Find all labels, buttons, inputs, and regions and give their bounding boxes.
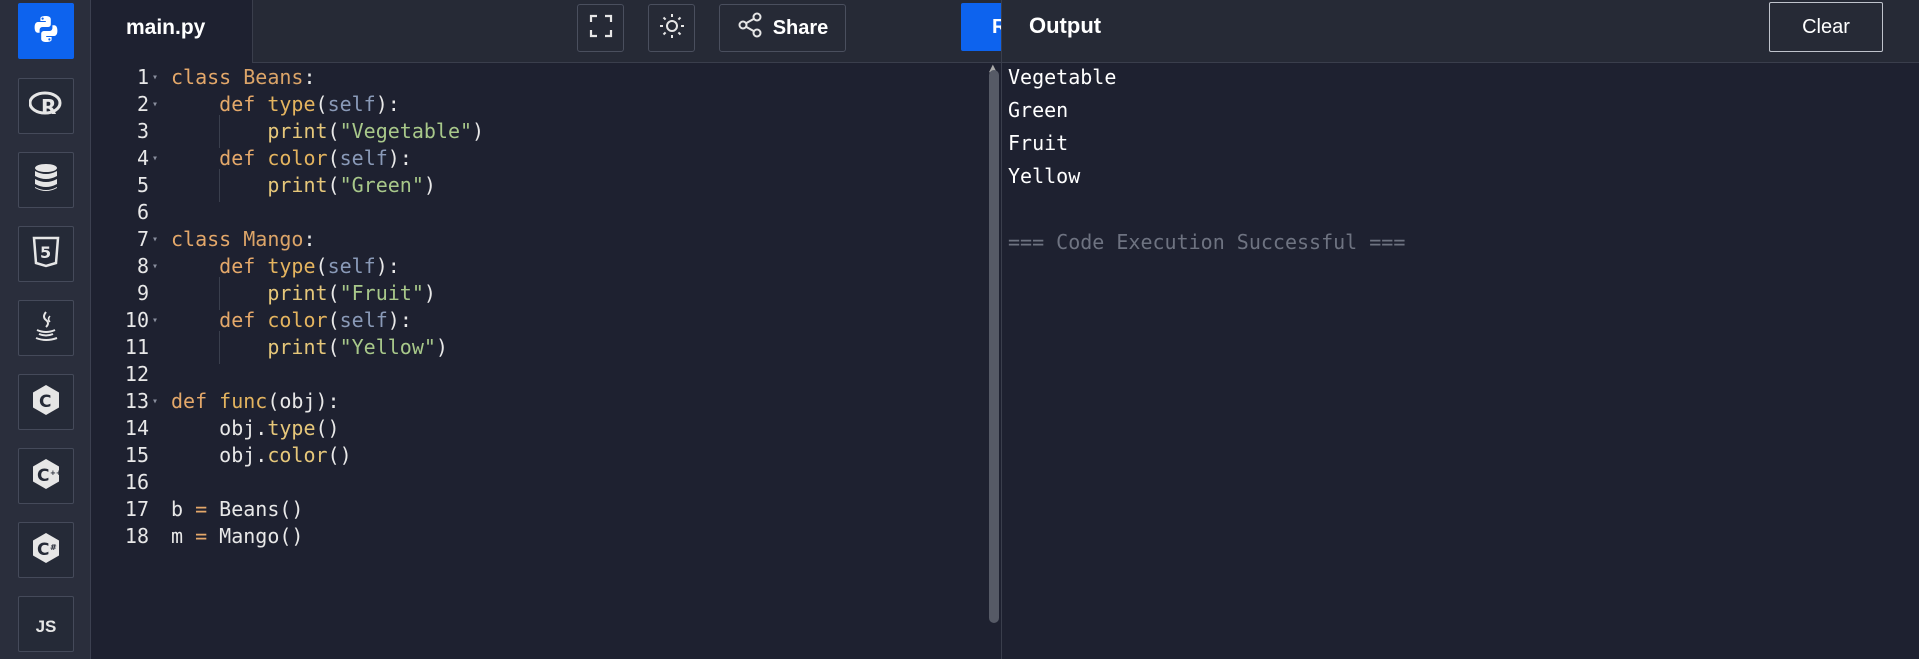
js-icon: JS (35, 617, 57, 636)
language-sidebar: R 5 C C ++ C # JS (0, 0, 91, 659)
editor-toolbar: main.py Share Run (91, 0, 1062, 63)
csharp-language-button[interactable]: C # (18, 522, 74, 578)
fullscreen-icon (589, 14, 613, 42)
c-language-button[interactable]: C (18, 374, 74, 430)
clear-button[interactable]: Clear (1769, 2, 1883, 52)
r-icon: R (28, 90, 63, 122)
output-line: Yellow (1008, 164, 1081, 188)
cpp-language-button[interactable]: C ++ (18, 448, 74, 504)
output-line: Fruit (1008, 131, 1069, 155)
c-icon: C (31, 384, 61, 420)
share-button[interactable]: Share (719, 4, 846, 52)
svg-text:++: ++ (50, 469, 61, 477)
editor-scrollbar[interactable] (989, 70, 999, 623)
svg-text:R: R (41, 95, 56, 118)
javascript-language-button[interactable]: JS (18, 596, 74, 652)
code-text: m = Mango() (171, 524, 304, 548)
svg-text:#: # (50, 543, 57, 552)
output-title: Output (1029, 13, 1102, 38)
python-icon (31, 14, 61, 48)
file-tab-main-py[interactable]: main.py (91, 0, 253, 63)
html-language-button[interactable]: 5 (18, 226, 74, 282)
output-console: Vegetable Green Fruit Yellow === Code Execut… (1002, 63, 1919, 659)
svg-text:C: C (39, 392, 51, 412)
output-line: Vegetable (1008, 65, 1117, 89)
cpp-icon: C ++ (31, 458, 62, 494)
share-label: Share (772, 16, 829, 39)
fullscreen-button[interactable] (577, 4, 624, 52)
output-header: Output Clear (1002, 0, 1919, 63)
java-icon (32, 310, 60, 346)
java-language-button[interactable] (18, 300, 74, 356)
share-icon (737, 12, 763, 44)
r-language-button[interactable]: R (18, 78, 74, 134)
sql-language-button[interactable] (18, 152, 74, 208)
svg-text:5: 5 (40, 243, 51, 262)
python-language-button[interactable] (18, 3, 74, 59)
csharp-icon: C # (31, 532, 61, 568)
database-icon (33, 163, 59, 197)
code-line[interactable]: 18 m = Mango() (91, 520, 981, 553)
theme-toggle-button[interactable] (648, 4, 695, 52)
output-line: Green (1008, 98, 1069, 122)
svg-text:C: C (37, 466, 49, 486)
html5-icon: 5 (32, 236, 60, 272)
execution-status: === Code Execution Successful === (1008, 230, 1406, 254)
code-editor[interactable]: 1 ▾ class Beans: 2 ▾ def type(self): 3 print(… (91, 63, 1001, 659)
line-number: 18 (124, 524, 149, 548)
svg-text:C: C (37, 540, 49, 560)
sun-icon (659, 13, 685, 43)
